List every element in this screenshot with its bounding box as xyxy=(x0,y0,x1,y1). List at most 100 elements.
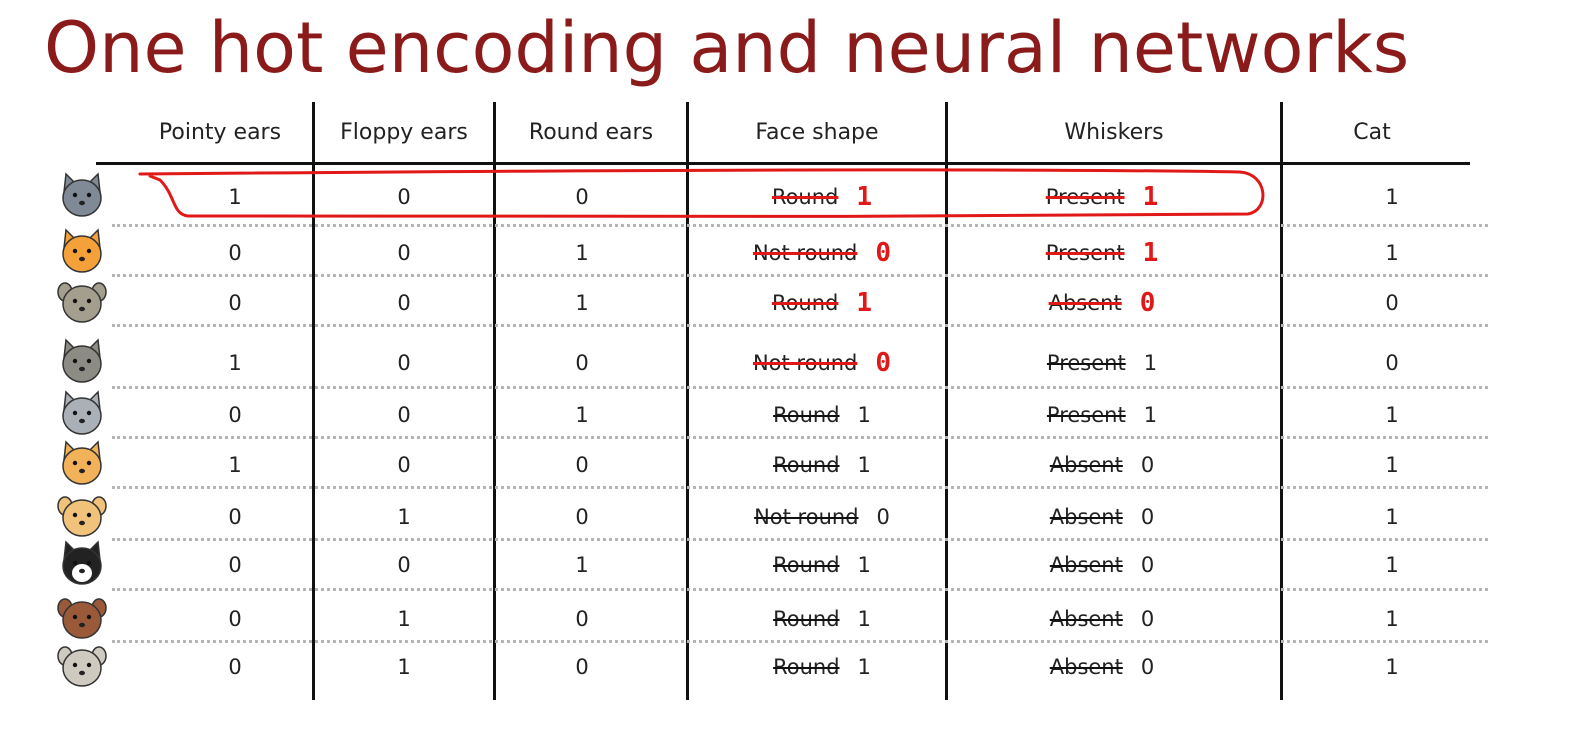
whiskers-value: Absent 0 xyxy=(990,540,1214,590)
pointy-ears-value: 0 xyxy=(228,553,242,577)
floppy-ears-value: 1 xyxy=(397,655,411,679)
face-shape-encoded: 1 xyxy=(857,607,871,631)
whiskers-encoded: 0 xyxy=(1139,288,1156,318)
face-shape-value: Round 1 xyxy=(700,642,944,692)
whiskers-encoded: 0 xyxy=(1140,655,1155,679)
whiskers-encoded: 0 xyxy=(1140,453,1155,477)
whiskers-category: Absent xyxy=(1049,505,1123,529)
row-separator xyxy=(112,224,1488,227)
face-shape-encoded: 1 xyxy=(857,453,871,477)
whiskers-encoded: 0 xyxy=(1140,505,1155,529)
pointy-ears-value: 0 xyxy=(228,241,242,265)
whiskers-encoded: 0 xyxy=(1140,607,1155,631)
table-row: 0 1 0 Not round 0 Absent 0 1 xyxy=(0,492,1573,542)
round-ears-value: 0 xyxy=(575,185,589,209)
face-shape-value: Round 1 xyxy=(700,278,944,328)
whiskers-value: Absent 0 xyxy=(990,278,1214,328)
whiskers-category: Absent xyxy=(1049,453,1123,477)
pointy-ears-value: 1 xyxy=(228,453,242,477)
pointy-ears-value: 1 xyxy=(228,185,242,209)
whiskers-value: Present 1 xyxy=(990,228,1214,278)
floppy-ears-value: 0 xyxy=(397,453,411,477)
pointy-ears-value: 0 xyxy=(228,505,242,529)
whiskers-category: Absent xyxy=(1048,291,1122,315)
face-shape-category: Round xyxy=(771,185,839,209)
cat-label-value: 0 xyxy=(1385,291,1399,315)
table-row: 0 0 1 Round 1 Present 1 1 xyxy=(0,390,1573,440)
pointy-ears-value: 0 xyxy=(228,403,242,427)
whiskers-value: Absent 0 xyxy=(990,492,1214,542)
column-header-round-ears: Round ears xyxy=(528,119,654,145)
floppy-ears-value: 0 xyxy=(397,185,411,209)
round-ears-value: 0 xyxy=(575,453,589,477)
pointy-ears-value: 0 xyxy=(228,291,242,315)
table-row: 1 0 0 Not round 0 Present 1 0 xyxy=(0,338,1573,388)
floppy-ears-value: 0 xyxy=(397,403,411,427)
cat-label-value: 1 xyxy=(1385,505,1399,529)
cat-label-value: 1 xyxy=(1385,553,1399,577)
wolf-icon xyxy=(62,338,102,383)
round-ears-value: 1 xyxy=(575,553,589,577)
floppy-ears-value: 0 xyxy=(397,241,411,265)
whiskers-value: Present 1 xyxy=(990,338,1214,388)
header-rule xyxy=(96,162,1470,165)
face-shape-category: Not round xyxy=(754,505,859,529)
table-row: 0 0 1 Not round 0 Present 1 1 xyxy=(0,228,1573,278)
cat-tuxedo-icon xyxy=(62,540,102,585)
face-shape-encoded: 1 xyxy=(857,403,871,427)
cat-grey-icon xyxy=(62,172,102,217)
table-row: 0 0 1 Round 1 Absent 0 0 xyxy=(0,278,1573,328)
whiskers-encoded: 0 xyxy=(1140,553,1155,577)
round-ears-value: 1 xyxy=(575,291,589,315)
cat-label-value: 1 xyxy=(1385,607,1399,631)
face-shape-category: Not round xyxy=(752,351,858,375)
face-shape-value: Round 1 xyxy=(700,440,944,490)
face-shape-value: Round 1 xyxy=(700,172,944,222)
column-header-cat: Cat xyxy=(1353,119,1391,145)
face-shape-encoded: 0 xyxy=(876,505,890,529)
face-shape-category: Not round xyxy=(752,241,858,265)
round-ears-value: 0 xyxy=(575,607,589,631)
pointy-ears-value: 0 xyxy=(228,655,242,679)
table-row: 1 0 0 Round 1 Present 1 1 xyxy=(0,172,1573,222)
face-shape-category: Round xyxy=(773,453,840,477)
table-row: 0 1 0 Round 1 Absent 0 1 xyxy=(0,594,1573,644)
table-row: 0 0 1 Round 1 Absent 0 1 xyxy=(0,540,1573,590)
face-shape-category: Round xyxy=(773,403,840,427)
floppy-ears-value: 0 xyxy=(397,351,411,375)
face-shape-value: Not round 0 xyxy=(700,338,944,388)
floppy-ears-value: 1 xyxy=(397,607,411,631)
whiskers-value: Present 1 xyxy=(990,390,1214,440)
dog-brown-icon xyxy=(57,598,107,639)
pointy-ears-value: 1 xyxy=(228,351,242,375)
face-shape-category: Round xyxy=(771,291,839,315)
round-ears-value: 0 xyxy=(575,655,589,679)
face-shape-category: Round xyxy=(773,553,840,577)
column-header-whiskers: Whiskers xyxy=(1064,119,1164,145)
face-shape-category: Round xyxy=(773,655,840,679)
face-shape-value: Round 1 xyxy=(700,390,944,440)
column-header-floppy-ears: Floppy ears xyxy=(340,119,468,145)
cat-orange-icon xyxy=(62,228,102,273)
floppy-ears-value: 1 xyxy=(397,505,411,529)
column-header-pointy-ears: Pointy ears xyxy=(158,119,282,145)
face-shape-encoded: 0 xyxy=(875,348,892,378)
face-shape-value: Round 1 xyxy=(700,594,944,644)
face-shape-encoded: 1 xyxy=(856,288,873,318)
whiskers-category: Absent xyxy=(1049,553,1123,577)
cat-light-grey-icon xyxy=(62,390,102,435)
whiskers-category: Absent xyxy=(1049,655,1123,679)
cat-label-value: 0 xyxy=(1385,351,1399,375)
face-shape-encoded: 1 xyxy=(856,182,873,212)
floppy-ears-value: 0 xyxy=(397,291,411,315)
cat-label-value: 1 xyxy=(1385,655,1399,679)
cat-orange-white-icon xyxy=(62,440,102,485)
whiskers-value: Absent 0 xyxy=(990,594,1214,644)
whiskers-category: Present xyxy=(1045,241,1125,265)
whiskers-category: Present xyxy=(1045,185,1125,209)
table-row: 1 0 0 Round 1 Absent 0 1 xyxy=(0,440,1573,490)
floppy-ears-value: 0 xyxy=(397,553,411,577)
whiskers-value: Absent 0 xyxy=(990,642,1214,692)
cat-label-value: 1 xyxy=(1385,403,1399,427)
whiskers-category: Present xyxy=(1046,403,1126,427)
